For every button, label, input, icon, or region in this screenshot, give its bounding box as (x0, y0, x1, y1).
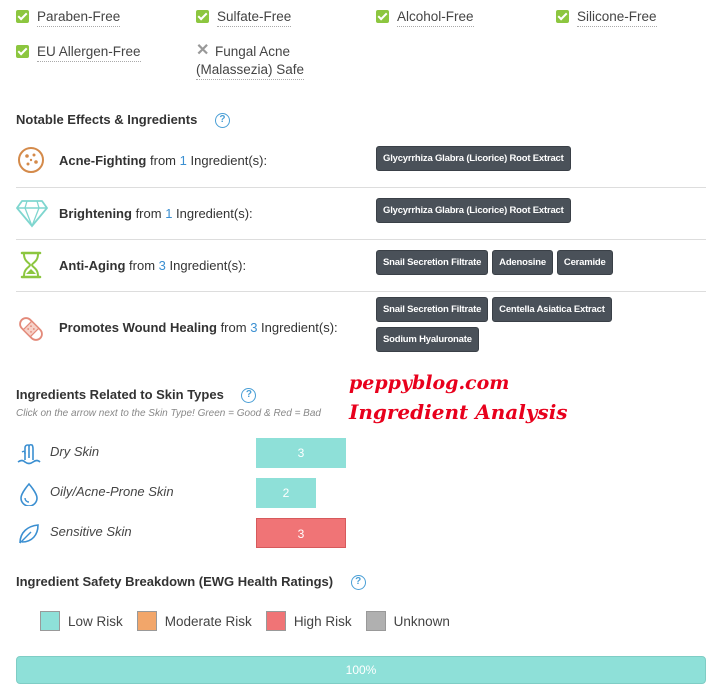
watermark-caption: Ingredient Analysis (349, 400, 568, 424)
skin-type-bar[interactable]: 3 (256, 438, 346, 468)
effect-title: Brightening (59, 206, 132, 221)
skin-row-oily[interactable]: Oily/Acne-Prone Skin 2 (16, 478, 356, 508)
effect-from: from (220, 320, 247, 335)
effect-title: Anti-Aging (59, 258, 126, 273)
ingredient-tag[interactable]: Adenosine (492, 250, 553, 275)
skin-type-label: Dry Skin (50, 444, 100, 459)
effect-name: Promotes Wound Healing from 3 Ingredient… (59, 320, 338, 335)
skin-types-hint: Click on the arrow next to the Skin Type… (16, 408, 321, 419)
skin-type-label: Sensitive Skin (50, 524, 132, 539)
risk-legend: Low Risk Moderate Risk High Risk Unknown (40, 611, 454, 631)
effect-suffix: Ingredient(s): (190, 153, 268, 168)
legend-unknown: Unknown (365, 611, 452, 631)
legend-swatch (365, 611, 386, 631)
acne-icon (18, 147, 44, 173)
effect-name: Anti-Aging from 3 Ingredient(s): (59, 258, 246, 273)
effect-suffix: Ingredient(s): (261, 320, 338, 335)
help-icon[interactable]: ? (350, 575, 366, 591)
notable-effects-heading: Notable Effects & Ingredients ? (16, 112, 230, 129)
fungal-acne-label-group: Fungal Acne (Malassezia) Safe (196, 43, 305, 80)
hourglass-icon (20, 251, 42, 279)
ingredient-tag[interactable]: Glycyrrhiza Glabra (Licorice) Root Extra… (376, 198, 571, 223)
sensitive-skin-icon (19, 524, 39, 544)
ingredient-tag[interactable]: Glycyrrhiza Glabra (Licorice) Root Extra… (376, 146, 571, 171)
effect-count: 3 (250, 320, 258, 335)
effect-from: from (135, 206, 162, 221)
ingredient-tags: Snail Secretion Filtrate Adenosine Ceram… (376, 250, 706, 275)
help-icon[interactable]: ? (241, 388, 257, 404)
legend-swatch (136, 611, 157, 631)
safety-progress-bar[interactable]: 100% (16, 656, 706, 684)
safety-title: Ingredient Safety Breakdown (EWG Health … (16, 574, 334, 589)
dry-skin-icon (17, 443, 41, 465)
free-of-paraben: Paraben-Free (16, 8, 121, 27)
effect-suffix: Ingredient(s): (169, 258, 247, 273)
ingredient-tag[interactable]: Sodium Hyaluronate (376, 327, 479, 352)
free-of-label[interactable]: Silicone-Free (577, 8, 657, 27)
safety-heading: Ingredient Safety Breakdown (EWG Health … (16, 574, 366, 591)
legend-label: Unknown (393, 613, 450, 629)
legend-low-risk: Low Risk (40, 611, 125, 631)
skin-types-title: Ingredients Related to Skin Types (16, 387, 224, 402)
check-icon (556, 10, 569, 23)
effect-row-anti-aging: Anti-Aging from 3 Ingredient(s): Snail S… (16, 240, 706, 290)
legend-high-risk: High Risk (265, 611, 354, 631)
bandage-icon (19, 317, 43, 341)
effect-from: from (150, 153, 177, 168)
effect-count: 1 (165, 206, 173, 221)
free-of-fungal-acne: ✕ Fungal Acne (Malassezia) Safe (196, 42, 305, 80)
skin-row-sensitive[interactable]: Sensitive Skin 3 (16, 518, 356, 548)
watermark-site: peppyblog.com (349, 372, 510, 394)
legend-swatch (265, 611, 286, 631)
legend-label: Moderate Risk (164, 613, 252, 629)
effect-from: from (129, 258, 156, 273)
legend-label: High Risk (293, 613, 352, 629)
legend-swatch (40, 611, 60, 631)
legend-label: Low Risk (68, 613, 123, 629)
ingredient-tags: Glycyrrhiza Glabra (Licorice) Root Extra… (376, 146, 706, 171)
ingredient-tag[interactable]: Centella Asiatica Extract (492, 297, 612, 322)
effect-title: Acne-Fighting (59, 153, 147, 168)
effect-row-brightening: Brightening from 1 Ingredient(s): Glycyr… (16, 188, 706, 238)
ingredient-tags: Snail Secretion Filtrate Centella Asiati… (376, 297, 646, 352)
effect-suffix: Ingredient(s): (176, 206, 253, 221)
free-of-label[interactable]: Paraben-Free (37, 8, 121, 27)
skin-row-dry[interactable]: Dry Skin 3 (16, 438, 356, 468)
free-of-sulfate: Sulfate-Free (196, 8, 292, 27)
notable-effects-title: Notable Effects & Ingredients (16, 112, 198, 127)
oily-skin-icon (20, 482, 38, 506)
effect-name: Acne-Fighting from 1 Ingredient(s): (59, 153, 267, 168)
legend-moderate-risk: Moderate Risk (136, 611, 254, 631)
effect-title: Promotes Wound Healing (59, 320, 217, 335)
check-icon (16, 45, 29, 58)
ingredient-tag[interactable]: Snail Secretion Filtrate (376, 297, 489, 322)
free-of-label[interactable]: Alcohol-Free (397, 8, 474, 27)
free-of-eu-allergen: EU Allergen-Free (16, 43, 141, 62)
check-icon (376, 10, 389, 23)
ingredient-tags: Glycyrrhiza Glabra (Licorice) Root Extra… (376, 198, 706, 223)
effect-row-wound-healing: Promotes Wound Healing from 3 Ingredient… (16, 292, 706, 362)
free-of-silicone: Silicone-Free (556, 8, 657, 27)
close-icon: ✕ (196, 42, 210, 59)
skin-type-bar[interactable]: 2 (256, 478, 316, 508)
skin-type-bar[interactable]: 3 (256, 518, 346, 548)
effect-name: Brightening from 1 Ingredient(s): (59, 206, 253, 221)
effect-row-acne-fighting: Acne-Fighting from 1 Ingredient(s): Glyc… (16, 140, 706, 186)
check-icon (16, 10, 29, 23)
free-of-label[interactable]: Sulfate-Free (217, 8, 292, 27)
check-icon (196, 10, 209, 23)
free-of-label[interactable]: Fungal Acne (215, 43, 304, 61)
skin-type-label: Oily/Acne-Prone Skin (50, 484, 174, 499)
effect-count: 1 (179, 153, 187, 168)
diamond-icon (16, 200, 48, 228)
free-of-label-line2[interactable]: (Malassezia) Safe (196, 61, 305, 80)
ingredient-tag[interactable]: Ceramide (556, 250, 613, 275)
skin-types-heading: Ingredients Related to Skin Types ? (16, 387, 257, 404)
free-of-alcohol: Alcohol-Free (376, 8, 474, 27)
help-icon[interactable]: ? (214, 113, 230, 129)
free-of-label[interactable]: EU Allergen-Free (37, 43, 141, 62)
ingredient-tag[interactable]: Snail Secretion Filtrate (376, 250, 489, 275)
effect-count: 3 (158, 258, 166, 273)
